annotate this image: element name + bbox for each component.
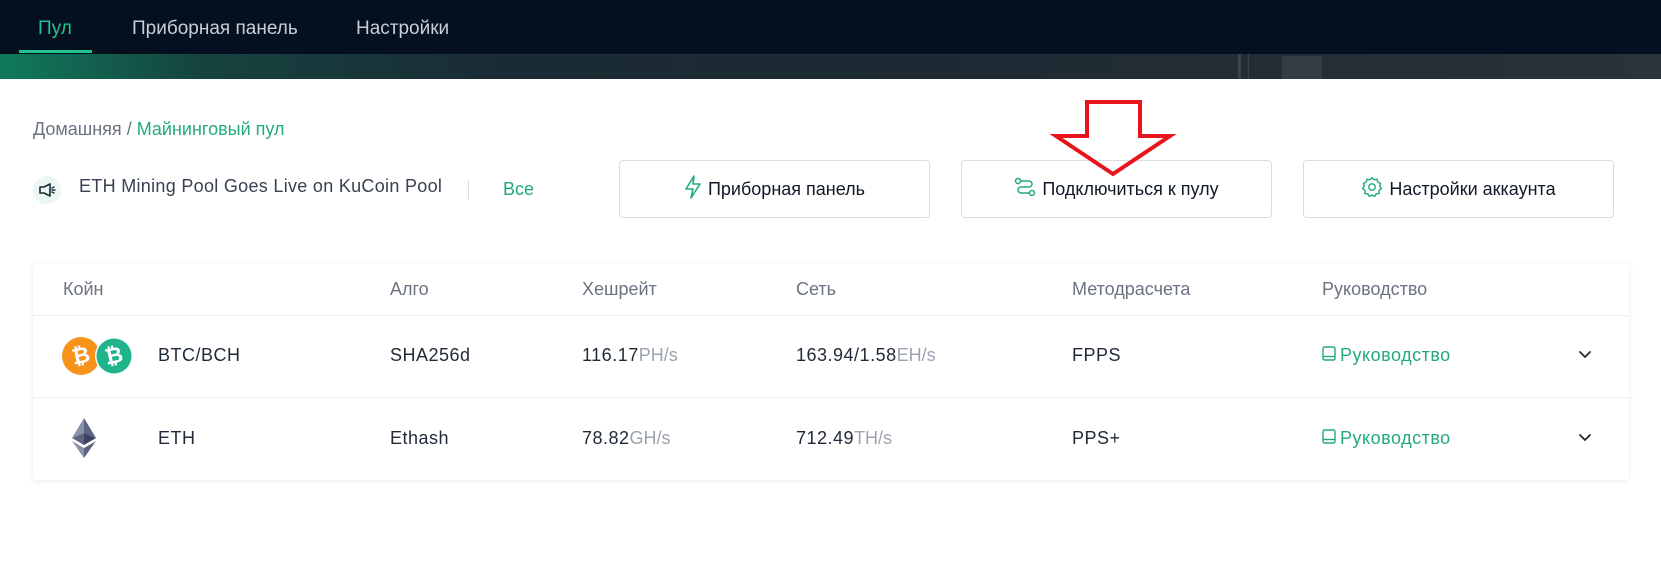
coin-name: BTC/BCH xyxy=(158,345,241,365)
bitcoin-icon: ₿ xyxy=(62,337,100,375)
payout-method: FPPS xyxy=(1072,345,1122,365)
hashrate-unit: PH/s xyxy=(638,345,678,365)
column-header-payout-method: Методрасчета xyxy=(1072,279,1191,299)
column-header-guide: Руководство xyxy=(1322,279,1428,299)
chevron-down-icon[interactable] xyxy=(1578,347,1592,365)
guide-link[interactable]: Руководство xyxy=(1322,345,1451,366)
bitcoin-cash-icon: ₿ xyxy=(95,337,133,375)
network-value: 163.94/1.58EH/s xyxy=(796,345,936,365)
column-header-algo: Алго xyxy=(390,279,429,299)
nav-tab-settings[interactable]: Настройки xyxy=(356,0,449,54)
lightning-icon xyxy=(684,174,702,204)
dashboard-button[interactable]: Приборная панель xyxy=(619,160,930,218)
coin-name: ETH xyxy=(158,428,196,448)
hashrate-unit: GH/s xyxy=(629,428,671,448)
book-icon xyxy=(1322,428,1336,449)
header-banner xyxy=(0,52,1661,79)
breadcrumb-separator: / xyxy=(126,119,132,139)
route-icon xyxy=(1014,177,1036,202)
hashrate-value: 116.17PH/s xyxy=(582,345,678,365)
account-settings-button-label: Настройки аккаунта xyxy=(1389,178,1556,199)
column-header-coin: Койн xyxy=(63,279,104,299)
algo-value: Ethash xyxy=(390,428,450,448)
book-icon xyxy=(1322,345,1336,366)
payout-method: PPS+ xyxy=(1072,428,1121,448)
network-unit: EH/s xyxy=(896,345,936,365)
pool-table: Койн Алго Хешрейт Сеть Методрасчета Руко… xyxy=(33,263,1629,480)
dashboard-button-label: Приборная панель xyxy=(707,178,866,199)
nav-active-indicator xyxy=(19,50,92,53)
announcement-divider xyxy=(468,180,469,200)
account-settings-button[interactable]: Настройки аккаунта xyxy=(1303,160,1614,218)
table-row[interactable]: ETH Ethash 78.82GH/s 712.49TH/s PPS+ Рук… xyxy=(33,398,1629,480)
chevron-down-icon[interactable] xyxy=(1578,430,1592,448)
breadcrumb-current: Майнинговый пул xyxy=(136,119,285,139)
table-row[interactable]: ₿ ₿ BTC/BCH SHA256d 116.17PH/s 163.94/1.… xyxy=(33,315,1629,398)
connect-to-pool-button-label: Подключиться к пулу xyxy=(1042,178,1219,199)
red-arrow-annotation xyxy=(1050,100,1177,177)
announcement-text[interactable]: ETH Mining Pool Goes Live on KuCoin Pool xyxy=(79,176,442,197)
hashrate-value: 78.82GH/s xyxy=(582,428,671,448)
nav-tab-dashboard[interactable]: Приборная панель xyxy=(132,0,298,54)
network-value: 712.49TH/s xyxy=(796,428,893,448)
megaphone-icon xyxy=(33,176,61,204)
breadcrumb: Домашняя / Майнинговый пул xyxy=(33,119,285,140)
column-header-network: Сеть xyxy=(796,279,837,299)
ethereum-icon xyxy=(69,416,99,460)
column-header-hashrate: Хешрейт xyxy=(582,279,657,299)
guide-link[interactable]: Руководство xyxy=(1322,428,1451,449)
table-header: Койн Алго Хешрейт Сеть Методрасчета Руко… xyxy=(33,263,1629,316)
breadcrumb-home[interactable]: Домашняя xyxy=(33,119,122,139)
nav-tab-pool[interactable]: Пул xyxy=(38,0,72,54)
network-unit: TH/s xyxy=(854,428,893,448)
announcement-all-link[interactable]: Все xyxy=(503,179,534,200)
top-navbar: Пул Приборная панель Настройки xyxy=(0,0,1661,79)
gear-icon xyxy=(1361,176,1383,203)
algo-value: SHA256d xyxy=(390,345,471,365)
